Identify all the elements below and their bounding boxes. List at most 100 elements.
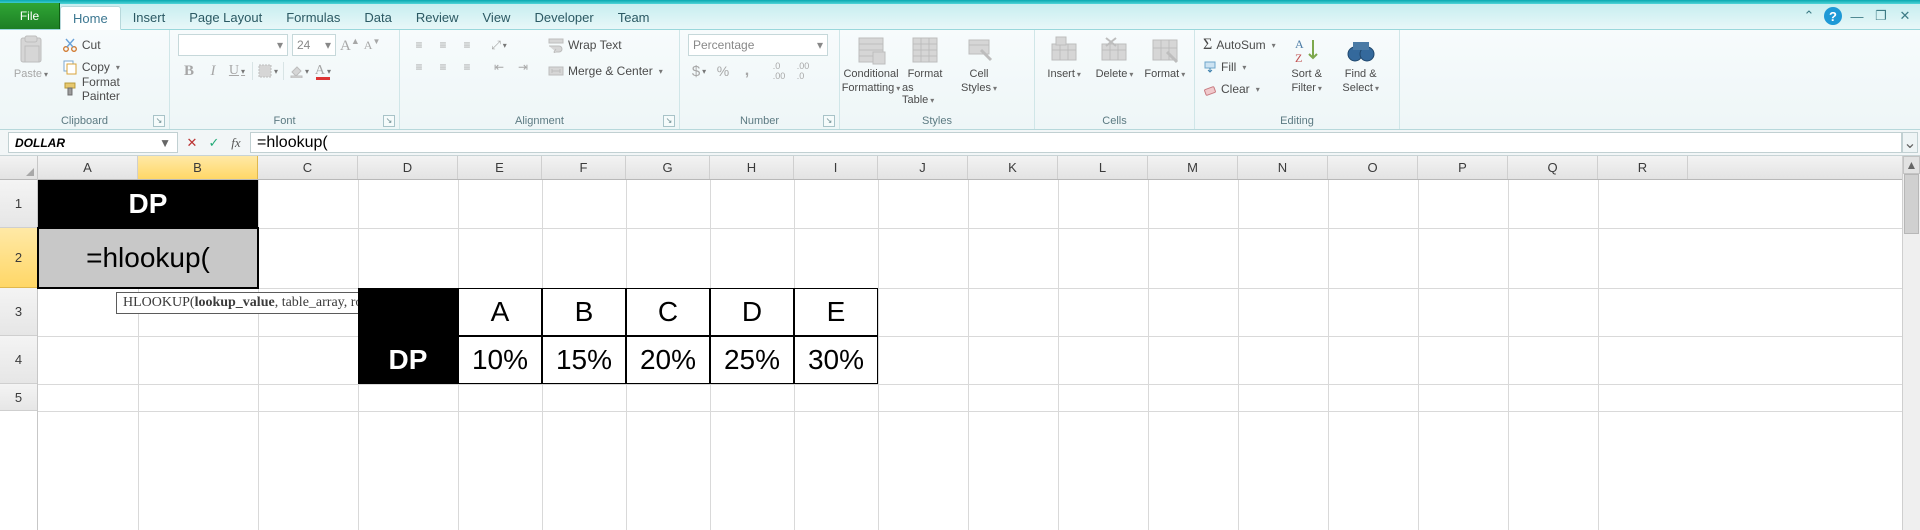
vertical-scrollbar[interactable]: ▲: [1902, 156, 1920, 530]
window-restore-icon[interactable]: ❐: [1872, 7, 1890, 25]
align-right-icon[interactable]: ≡: [456, 56, 478, 78]
comma-format-button[interactable]: ,: [736, 60, 758, 82]
cell-d4-label[interactable]: DP: [358, 336, 458, 384]
number-dialog-launcher[interactable]: ↘: [823, 115, 835, 127]
col-header-G[interactable]: G: [626, 156, 710, 179]
accounting-format-button[interactable]: $: [688, 60, 710, 82]
align-center-icon[interactable]: ≡: [432, 56, 454, 78]
col-header-J[interactable]: J: [878, 156, 968, 179]
col-header-M[interactable]: M: [1148, 156, 1238, 179]
name-box[interactable]: DOLLAR ▼: [8, 132, 178, 153]
fill-color-button[interactable]: [288, 60, 310, 82]
align-bottom-icon[interactable]: ≡: [456, 34, 478, 56]
format-painter-button[interactable]: Format Painter: [62, 78, 161, 100]
orientation-icon[interactable]: ⤢: [488, 34, 510, 56]
row-header-2[interactable]: 2: [0, 228, 37, 288]
percent-format-button[interactable]: %: [712, 60, 734, 82]
cell-i3[interactable]: E: [794, 288, 878, 336]
bold-button[interactable]: B: [178, 60, 200, 82]
cell-a1-b1-header[interactable]: DP: [38, 180, 258, 228]
decrease-font-icon[interactable]: A▼: [364, 37, 381, 53]
format-as-table-button[interactable]: Format as Table: [902, 34, 948, 106]
sort-filter-button[interactable]: AZ Sort & Filter: [1284, 34, 1330, 94]
col-header-F[interactable]: F: [542, 156, 626, 179]
cell-grid[interactable]: DP =hlookup( HLOOKUP(lookup_value, table…: [38, 180, 1902, 530]
cell-e4[interactable]: 10%: [458, 336, 542, 384]
align-left-icon[interactable]: ≡: [408, 56, 430, 78]
tab-insert[interactable]: Insert: [121, 5, 178, 29]
increase-decimal-icon[interactable]: .0.00: [768, 60, 790, 82]
increase-indent-icon[interactable]: ⇥: [512, 56, 534, 78]
tab-file[interactable]: File: [0, 3, 60, 29]
clipboard-dialog-launcher[interactable]: ↘: [153, 115, 165, 127]
col-header-R[interactable]: R: [1598, 156, 1688, 179]
fill-button[interactable]: Fill: [1203, 56, 1276, 78]
increase-font-icon[interactable]: A▲: [340, 36, 360, 55]
col-header-B[interactable]: B: [138, 156, 258, 179]
ribbon-minimize-icon[interactable]: ⌃: [1800, 7, 1818, 25]
row-header-1[interactable]: 1: [0, 180, 37, 228]
borders-button[interactable]: [257, 60, 279, 82]
col-header-L[interactable]: L: [1058, 156, 1148, 179]
col-header-Q[interactable]: Q: [1508, 156, 1598, 179]
row-header-3[interactable]: 3: [0, 288, 37, 336]
tab-team[interactable]: Team: [606, 5, 662, 29]
tab-page-layout[interactable]: Page Layout: [177, 5, 274, 29]
window-minimize-icon[interactable]: —: [1848, 7, 1866, 25]
merge-center-button[interactable]: Merge & Center: [548, 60, 663, 82]
format-cells-button[interactable]: Format: [1144, 34, 1186, 80]
cell-styles-button[interactable]: Cell Styles: [956, 34, 1002, 94]
insert-cells-button[interactable]: Insert: [1043, 34, 1085, 80]
help-icon[interactable]: ?: [1824, 7, 1842, 25]
paste-button[interactable]: Paste: [8, 34, 54, 80]
fx-icon[interactable]: fx: [226, 135, 246, 151]
tab-data[interactable]: Data: [352, 5, 403, 29]
cell-h3[interactable]: D: [710, 288, 794, 336]
align-middle-icon[interactable]: ≡: [432, 34, 454, 56]
cancel-formula-icon[interactable]: ✕: [182, 135, 202, 151]
col-header-D[interactable]: D: [358, 156, 458, 179]
col-header-E[interactable]: E: [458, 156, 542, 179]
font-dialog-launcher[interactable]: ↘: [383, 115, 395, 127]
enter-formula-icon[interactable]: ✓: [204, 135, 224, 151]
col-header-N[interactable]: N: [1238, 156, 1328, 179]
cell-h4[interactable]: 25%: [710, 336, 794, 384]
row-header-5[interactable]: 5: [0, 384, 37, 411]
alignment-dialog-launcher[interactable]: ↘: [663, 115, 675, 127]
italic-button[interactable]: I: [202, 60, 224, 82]
cell-f3[interactable]: B: [542, 288, 626, 336]
font-name-combo[interactable]: ▾: [178, 34, 288, 56]
chevron-down-icon[interactable]: ▼: [159, 136, 171, 150]
formula-input[interactable]: =hlookup( ⌄: [250, 132, 1902, 153]
tab-developer[interactable]: Developer: [522, 5, 605, 29]
conditional-formatting-button[interactable]: Conditional Formatting: [848, 34, 894, 94]
cell-i4[interactable]: 30%: [794, 336, 878, 384]
col-header-P[interactable]: P: [1418, 156, 1508, 179]
tab-view[interactable]: View: [471, 5, 523, 29]
clear-button[interactable]: Clear: [1203, 78, 1276, 100]
window-close-icon[interactable]: ✕: [1896, 7, 1914, 25]
cell-f4[interactable]: 15%: [542, 336, 626, 384]
col-header-A[interactable]: A: [38, 156, 138, 179]
tab-review[interactable]: Review: [404, 5, 471, 29]
autosum-button[interactable]: ΣAutoSum: [1203, 34, 1276, 56]
row-header-4[interactable]: 4: [0, 336, 37, 384]
tab-formulas[interactable]: Formulas: [274, 5, 352, 29]
scroll-up-icon[interactable]: ▲: [1903, 156, 1920, 174]
active-cell-b2[interactable]: =hlookup(: [37, 227, 259, 289]
scroll-thumb[interactable]: [1904, 174, 1919, 234]
col-header-O[interactable]: O: [1328, 156, 1418, 179]
find-select-button[interactable]: Find & Select: [1338, 34, 1384, 94]
cell-g3[interactable]: C: [626, 288, 710, 336]
tab-home[interactable]: Home: [60, 6, 121, 30]
underline-button[interactable]: U: [226, 60, 248, 82]
cell-e3[interactable]: A: [458, 288, 542, 336]
font-size-combo[interactable]: 24▾: [292, 34, 336, 56]
col-header-H[interactable]: H: [710, 156, 794, 179]
number-format-combo[interactable]: Percentage▾: [688, 34, 828, 56]
font-color-button[interactable]: A: [312, 60, 334, 82]
col-header-C[interactable]: C: [258, 156, 358, 179]
cell-g4[interactable]: 20%: [626, 336, 710, 384]
cut-button[interactable]: Cut: [62, 34, 161, 56]
col-header-K[interactable]: K: [968, 156, 1058, 179]
